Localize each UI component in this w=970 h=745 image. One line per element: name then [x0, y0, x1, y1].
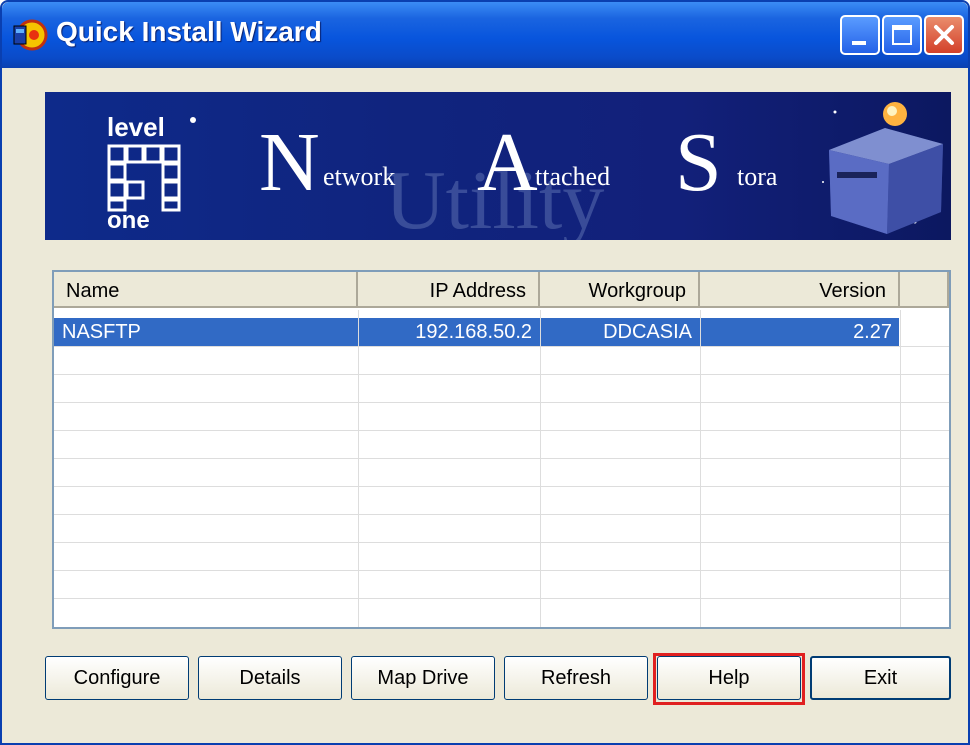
product-banner: level one Utility N etwork A ttached S t… — [45, 92, 951, 240]
level-one-logo: level one — [107, 112, 196, 230]
grid-line — [54, 514, 949, 515]
table-row[interactable]: NASFTP 192.168.50.2 DDCASIA 2.27 — [54, 318, 899, 346]
window-title: Quick Install Wizard — [56, 16, 322, 47]
map-drive-button[interactable]: Map Drive — [351, 656, 495, 700]
cell-version: 2.27 — [853, 321, 892, 343]
banner-word-attached: ttached — [535, 162, 611, 191]
column-header-name[interactable]: Name — [54, 272, 358, 308]
grid-line — [700, 310, 701, 627]
svg-text:one: one — [107, 207, 150, 230]
title-bar[interactable]: Quick Install Wizard — [2, 2, 968, 68]
configure-button[interactable]: Configure — [45, 656, 189, 700]
grid-line — [900, 310, 901, 627]
minimize-button[interactable] — [840, 15, 880, 55]
cell-workgroup: DDCASIA — [603, 321, 692, 343]
grid-line — [54, 598, 949, 599]
grid-line — [54, 542, 949, 543]
details-button[interactable]: Details — [198, 656, 342, 700]
column-header-workgroup[interactable]: Workgroup — [540, 272, 700, 308]
grid-line — [540, 310, 541, 627]
refresh-button[interactable]: Refresh — [504, 656, 648, 700]
app-icon — [13, 19, 48, 51]
svg-text:level: level — [107, 112, 165, 142]
grid-line — [358, 310, 359, 627]
banner-letter-a: A — [477, 116, 538, 209]
close-button[interactable] — [924, 15, 964, 55]
column-header-ip-address[interactable]: IP Address — [358, 272, 540, 308]
minimize-icon — [852, 41, 866, 45]
maximize-button[interactable] — [882, 15, 922, 55]
banner-word-network: etwork — [323, 162, 396, 191]
banner-word-storage: tora — [737, 162, 778, 191]
grid-line — [54, 458, 949, 459]
grid-line — [54, 570, 949, 571]
banner-letter-n: N — [259, 116, 320, 209]
grid-line — [54, 374, 949, 375]
quick-install-wizard-window: Quick Install Wizard level one Utility N… — [0, 0, 970, 745]
close-icon — [934, 25, 954, 45]
cell-ip-address: 192.168.50.2 — [415, 321, 532, 343]
column-header-version[interactable]: Version — [700, 272, 900, 308]
column-header-filler — [900, 272, 949, 308]
banner-letter-s: S — [675, 116, 722, 209]
cell-name: NASFTP — [62, 321, 141, 343]
help-button[interactable]: Help — [657, 656, 801, 700]
grid-line — [54, 486, 949, 487]
nas-device-icon — [822, 102, 943, 234]
grid-line — [54, 430, 949, 431]
grid-line — [54, 346, 949, 347]
list-header: Name IP Address Workgroup Version — [54, 272, 949, 310]
nas-device-list[interactable]: Name IP Address Workgroup Version NASFTP… — [52, 270, 951, 629]
maximize-icon — [892, 25, 912, 45]
exit-button[interactable]: Exit — [810, 656, 951, 700]
grid-line — [54, 402, 949, 403]
